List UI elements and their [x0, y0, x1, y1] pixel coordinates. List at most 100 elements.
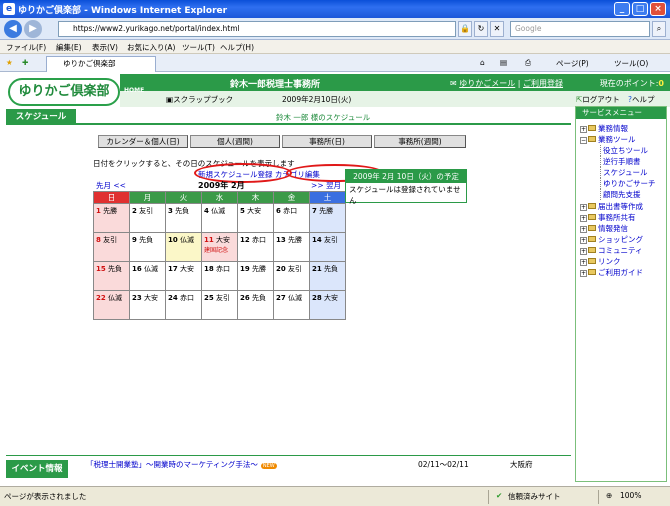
maximize-button[interactable]: □ [632, 2, 648, 16]
day-number: 24 [168, 294, 178, 302]
menu-edit[interactable]: 編集(E) [56, 42, 82, 53]
minimize-button[interactable]: _ [614, 2, 630, 16]
rokuyo-label: 友引 [139, 207, 154, 215]
home-icon[interactable]: ⌂ [480, 58, 485, 67]
calendar-day[interactable]: 11 大安 建国記念 [201, 232, 238, 262]
menu-business-info[interactable]: + 業務情報 [580, 123, 628, 134]
submenu-yurikago-search[interactable]: ゆりかごサーチ [600, 178, 656, 189]
menu-tools[interactable]: ツール(T) [182, 42, 215, 53]
rokuyo-label: 仏滅 [211, 207, 226, 215]
menu-business-tools[interactable]: − 業務ツール [580, 134, 636, 145]
rokuyo-label: 赤口 [179, 294, 194, 302]
back-button[interactable]: ◀ [4, 20, 22, 38]
calendar-day[interactable]: 14 友引 [309, 232, 346, 262]
day-number: 5 [240, 207, 245, 215]
forward-button[interactable]: ▶ [24, 20, 42, 38]
calendar-day[interactable]: 7 先勝 [309, 203, 346, 233]
office-week-button[interactable]: 事務所(週間) [374, 135, 466, 148]
submenu-procedure[interactable]: 逆行手順書 [600, 156, 641, 167]
url-field[interactable]: https://www2.yurikago.net/portal/index.h… [58, 21, 456, 37]
calendar-day[interactable]: 15 先負 [93, 261, 130, 291]
calendar-day[interactable]: 22 仏滅 [93, 290, 130, 320]
zoom-icon[interactable]: ⊕ [606, 491, 612, 500]
calendar-day[interactable]: 17 大安 [165, 261, 202, 291]
submenu-schedule[interactable]: スケジュール [600, 167, 647, 178]
calendar-day[interactable]: 2 友引 [129, 203, 166, 233]
title-bar: e ゆりかご倶楽部 - Windows Internet Explorer _ … [0, 0, 670, 18]
calendar-day[interactable]: 4 仏滅 [201, 203, 238, 233]
page-content: 鈴木一郎税理士事務所 ✉ ゆりかごメール | ご利用登録 現在のポイント:0 ▣… [0, 72, 670, 486]
close-button[interactable]: × [650, 2, 666, 16]
menu-shopping[interactable]: + ショッピング [580, 234, 643, 245]
calendar-day[interactable]: 12 赤口 [237, 232, 274, 262]
add-favorite-icon[interactable]: ✚ [22, 58, 28, 67]
new-badge: NEW [260, 463, 277, 469]
calendar-day[interactable]: 5 大安 [237, 203, 274, 233]
personal-week-button[interactable]: 個人(週間) [190, 135, 280, 148]
weekday-header: 月 [129, 191, 166, 204]
calendar-day[interactable]: 10 仏滅 [165, 232, 202, 262]
submenu-client-support[interactable]: 顧問先支援 [600, 189, 641, 200]
feeds-icon[interactable]: ▤ [500, 58, 507, 67]
rokuyo-label: 大安 [179, 265, 194, 273]
window-title: ゆりかご倶楽部 - Windows Internet Explorer [18, 6, 228, 16]
stop-icon[interactable]: ✕ [490, 21, 504, 37]
calendar-day[interactable]: 24 赤口 [165, 290, 202, 320]
menu-guide[interactable]: + ご利用ガイド [580, 267, 643, 278]
menu-community[interactable]: + コミュニティ [580, 245, 643, 256]
calendar-day[interactable]: 9 先負 [129, 232, 166, 262]
favorites-star-icon[interactable]: ★ [6, 58, 13, 67]
tab-yurikago[interactable]: ゆりかご倶楽部 [46, 56, 156, 72]
page-menu[interactable]: ページ(P) [556, 58, 589, 69]
calendar-day[interactable]: 18 赤口 [201, 261, 238, 291]
calendar-day[interactable]: 28 大安 [309, 290, 346, 320]
scrapbook-link[interactable]: ▣スクラップブック [166, 94, 233, 105]
refresh-icon[interactable]: ↻ [474, 21, 488, 37]
menu-office-share[interactable]: + 事務所共有 [580, 212, 636, 223]
rokuyo-label: 先負 [323, 265, 338, 273]
next-month-link[interactable]: >> 翌月 [311, 180, 341, 191]
calendar-personal-day-button[interactable]: カレンダー＆個人(日) [98, 135, 188, 148]
mail-link[interactable]: ゆりかごメール [459, 79, 515, 88]
day-number: 16 [132, 265, 142, 273]
calendar-day[interactable]: 16 仏滅 [129, 261, 166, 291]
calendar-day[interactable]: 8 友引 [93, 232, 130, 262]
submenu-useful-tools[interactable]: 役立ちツール [600, 145, 648, 156]
lock-icon[interactable]: 🔒 [458, 21, 472, 37]
menu-publishing[interactable]: + 情報発信 [580, 223, 628, 234]
calendar-day[interactable]: 21 先負 [309, 261, 346, 291]
calendar-day[interactable]: 3 先負 [165, 203, 202, 233]
zoom-level[interactable]: 100% [620, 491, 641, 500]
prev-month-link[interactable]: 先月 << [96, 180, 126, 191]
menu-help[interactable]: ヘルプ(H) [220, 42, 254, 53]
address-bar: ◀ ▶ https://www2.yurikago.net/portal/ind… [0, 18, 670, 40]
register-link[interactable]: ご利用登録 [523, 79, 563, 88]
office-day-button[interactable]: 事務所(日) [282, 135, 372, 148]
event-link[interactable]: 「税理士開業塾」～開業時のマーケティング手法～ NEW [86, 459, 277, 470]
calendar-day[interactable]: 13 先勝 [273, 232, 310, 262]
weekday-header: 水 [201, 191, 238, 204]
home-label[interactable]: HOME [124, 87, 144, 94]
tools-menu[interactable]: ツール(O) [614, 58, 648, 69]
weekday-header: 日 [93, 191, 130, 204]
menu-file[interactable]: ファイル(F) [6, 42, 46, 53]
calendar-day[interactable]: 26 先負 [237, 290, 274, 320]
month-label: 2009年 2月 [198, 181, 245, 190]
search-icon[interactable]: ⌕ [652, 21, 666, 37]
search-input[interactable]: Google [510, 21, 650, 37]
menu-links[interactable]: + リンク [580, 256, 621, 267]
calendar-day[interactable]: 6 赤口 [273, 203, 310, 233]
calendar-day[interactable]: 25 友引 [201, 290, 238, 320]
menu-favorites[interactable]: お気に入り(A) [127, 42, 175, 53]
menu-forms[interactable]: + 届出書等作成 [580, 201, 643, 212]
site-logo[interactable]: ゆりかご倶楽部 [8, 78, 120, 106]
calendar-day[interactable]: 20 友引 [273, 261, 310, 291]
menu-view[interactable]: 表示(V) [92, 42, 118, 53]
logout-link[interactable]: ⇱ログアウト [576, 94, 620, 105]
calendar-day[interactable]: 1 先勝 [93, 203, 130, 233]
calendar-day[interactable]: 27 仏滅 [273, 290, 310, 320]
help-link[interactable]: ?ヘルプ [628, 94, 654, 105]
calendar-day[interactable]: 23 大安 [129, 290, 166, 320]
print-icon[interactable]: ⎙ [525, 58, 531, 68]
calendar-day[interactable]: 19 先勝 [237, 261, 274, 291]
